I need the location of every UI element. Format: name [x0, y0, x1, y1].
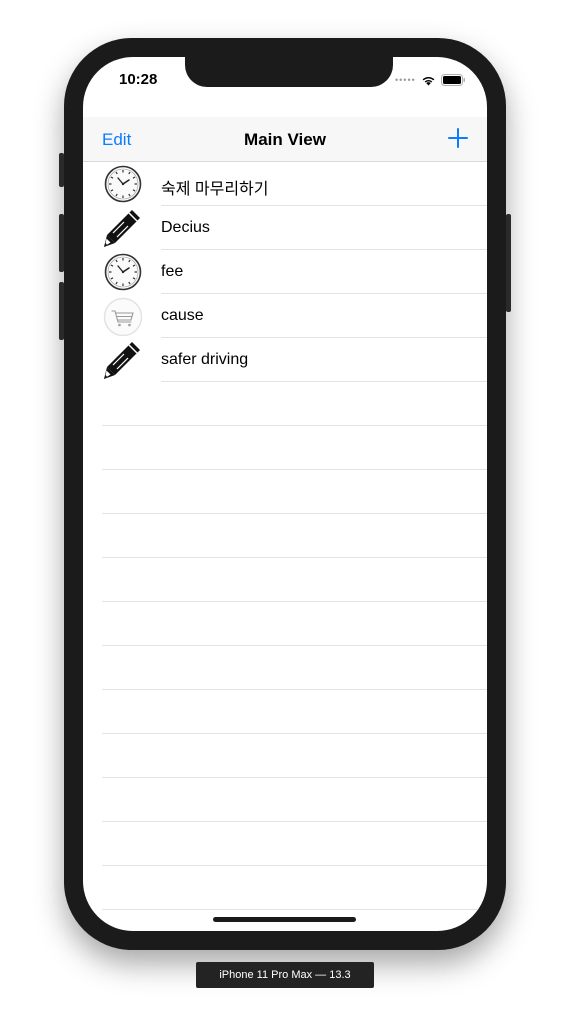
- empty-row: [83, 514, 487, 558]
- empty-row: [83, 426, 487, 470]
- navigation-bar: Edit Main View: [83, 117, 487, 162]
- empty-row: [83, 866, 487, 910]
- signal-dots-icon: •••••: [395, 75, 416, 85]
- home-indicator[interactable]: [213, 917, 356, 922]
- phone-frame: 10:28 ••••• Edit Main View 숙제 마무리하기 Deci…: [59, 38, 511, 950]
- pencil-icon: [104, 342, 140, 379]
- clock-icon: [104, 165, 142, 203]
- empty-row: [83, 734, 487, 778]
- screen: 10:28 ••••• Edit Main View 숙제 마무리하기 Deci…: [83, 57, 487, 931]
- plus-icon: [448, 128, 468, 148]
- clock-icon: [104, 253, 142, 291]
- task-list: 숙제 마무리하기 Decius fee cause safer driving: [83, 162, 487, 910]
- list-item[interactable]: 숙제 마무리하기: [83, 162, 487, 206]
- list-item[interactable]: safer driving: [83, 338, 487, 382]
- add-button[interactable]: [447, 125, 469, 151]
- list-item[interactable]: Decius: [83, 206, 487, 250]
- empty-row: [83, 382, 487, 426]
- empty-row: [83, 646, 487, 690]
- list-item[interactable]: cause: [83, 294, 487, 338]
- volume-down-button: [59, 282, 64, 340]
- empty-row: [83, 690, 487, 734]
- pencil-icon: [104, 210, 140, 247]
- power-button: [506, 214, 511, 312]
- notch: [185, 57, 393, 87]
- list-item-label: Decius: [161, 219, 210, 236]
- cart-icon: [103, 297, 143, 336]
- list-item-label: safer driving: [161, 351, 249, 368]
- volume-up-button: [59, 214, 64, 272]
- battery-icon: [440, 74, 465, 86]
- empty-row: [83, 470, 487, 514]
- row-separator: [102, 909, 487, 910]
- empty-row: [83, 602, 487, 646]
- empty-row: [83, 778, 487, 822]
- empty-row: [83, 822, 487, 866]
- status-time: 10:28: [119, 71, 158, 88]
- list-item-label: 숙제 마무리하기: [161, 181, 269, 198]
- mute-switch: [59, 153, 64, 187]
- list-item-label: fee: [161, 263, 184, 280]
- page-title: Main View: [244, 130, 326, 149]
- device-label: iPhone 11 Pro Max — 13.3: [196, 962, 374, 988]
- list-item[interactable]: fee: [83, 250, 487, 294]
- empty-row: [83, 558, 487, 602]
- wifi-icon: [422, 76, 435, 85]
- list-item-label: cause: [161, 307, 204, 324]
- status-icons: •••••: [395, 74, 466, 86]
